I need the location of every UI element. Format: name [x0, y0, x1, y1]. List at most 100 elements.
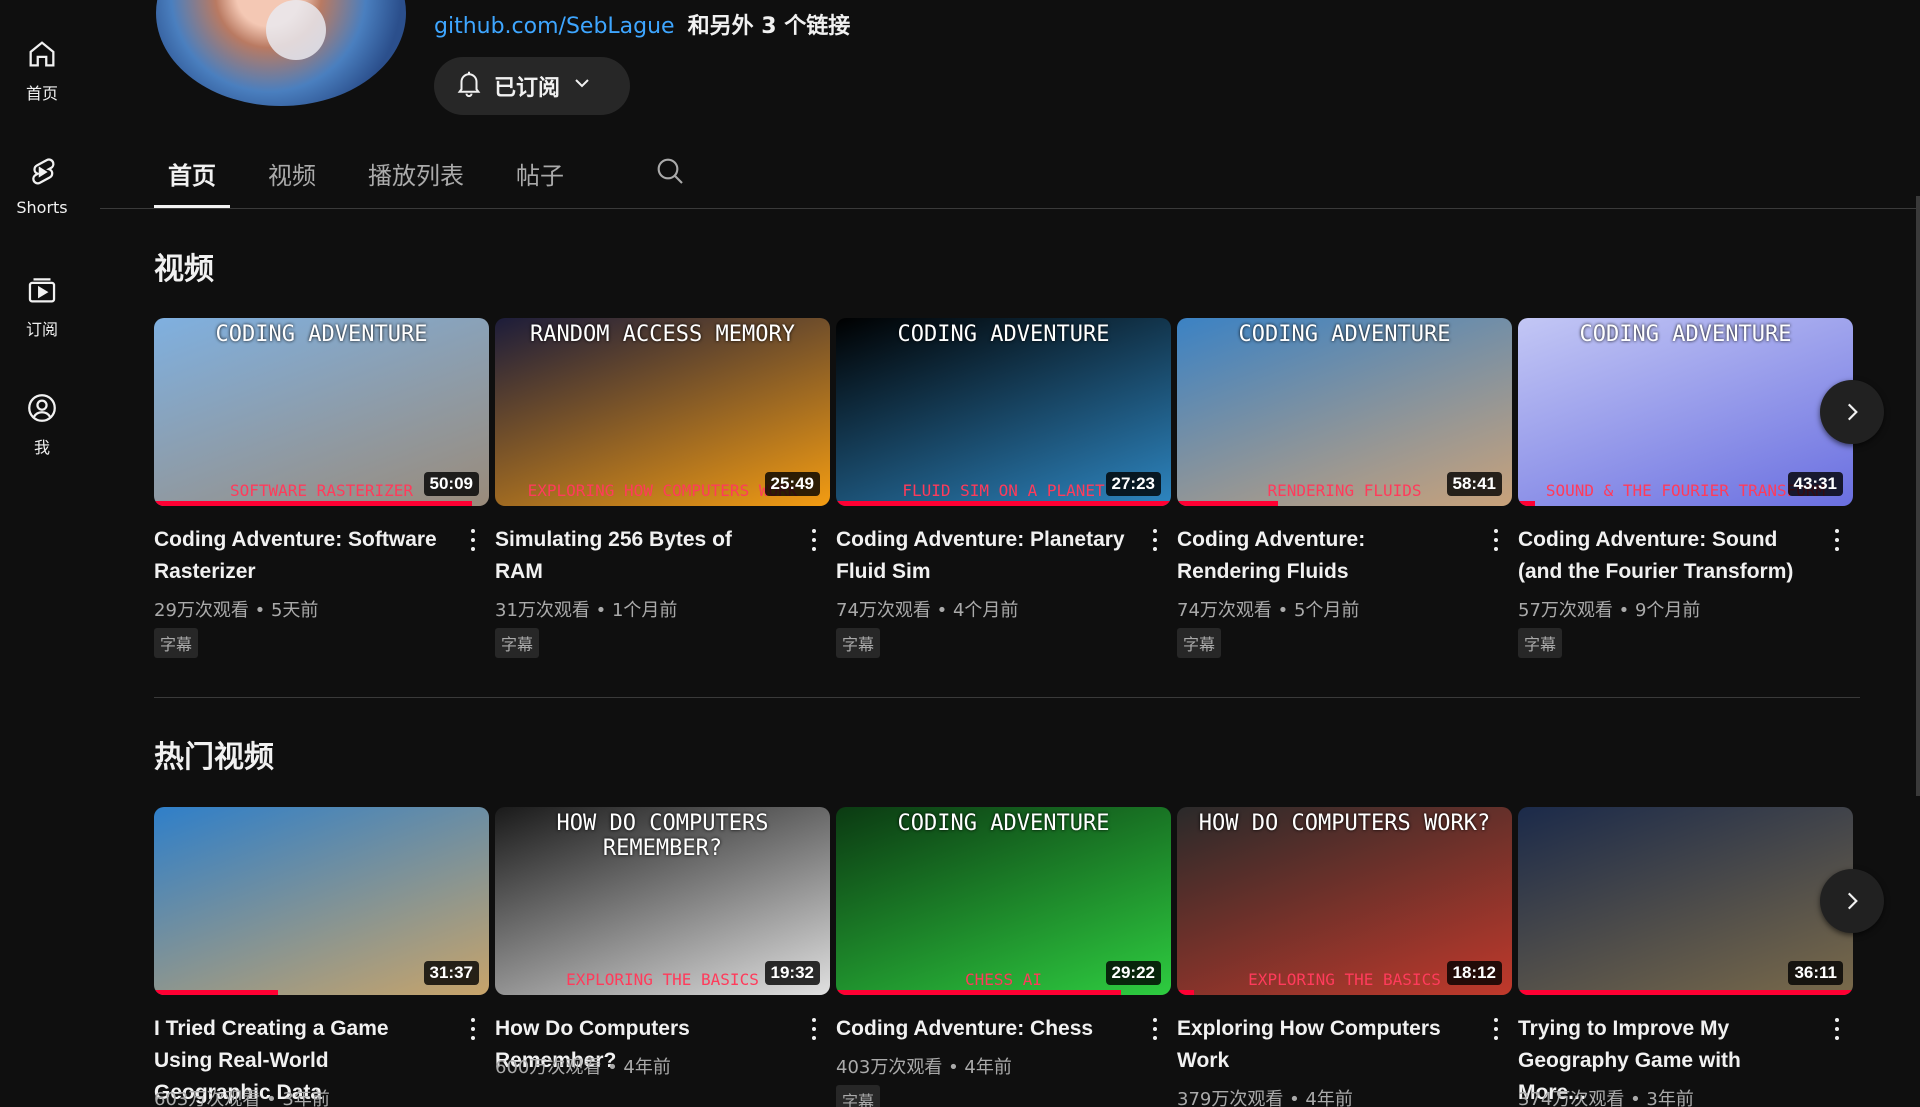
- sidebar-item-label: 我: [33, 438, 50, 457]
- more-options-icon[interactable]: [465, 1015, 481, 1043]
- channel-link[interactable]: github.com/SebLague: [434, 14, 675, 39]
- more-options-icon[interactable]: [1829, 1015, 1845, 1043]
- video-title[interactable]: Coding Adventure: Planetary Fluid Sim: [836, 524, 1126, 588]
- watch-progress-bar: [154, 990, 278, 995]
- video-card[interactable]: HOW DO COMPUTERS REMEMBER? EXPLORING THE …: [495, 807, 830, 1078]
- channel-tabs: 首页 视频 播放列表 帖子: [154, 150, 602, 210]
- chevron-right-icon: [1847, 892, 1858, 910]
- video-thumbnail[interactable]: CODING ADVENTURE SOUND & THE FOURIER TRAN…: [1518, 318, 1853, 506]
- sidebar-item-subscriptions[interactable]: 订阅: [0, 272, 84, 340]
- video-card[interactable]: CODING ADVENTURE RENDERING FLUIDS 58:41 Cod…: [1177, 318, 1512, 658]
- video-thumbnail[interactable]: 36:11: [1518, 807, 1853, 995]
- you-icon: [24, 390, 60, 426]
- captions-badge: 字幕: [1177, 628, 1222, 658]
- video-card[interactable]: CODING ADVENTURE CHESS AI 29:22 Coding Adve…: [836, 807, 1171, 1107]
- video-card[interactable]: 36:11 Trying to Improve My Geography Game…: [1518, 807, 1853, 1107]
- video-title[interactable]: Coding Adventure: Rendering Fluids: [1177, 524, 1467, 588]
- thumbnail-title-text: HOW DO COMPUTERS REMEMBER?: [556, 811, 769, 861]
- thumbnail-title-text: CODING ADVENTURE: [1238, 322, 1451, 347]
- sidebar-item-shorts[interactable]: Shorts: [0, 154, 84, 217]
- video-meta: 379万次观看 • 4年前: [1177, 1089, 1353, 1107]
- video-duration: 50:09: [423, 472, 479, 496]
- next-arrow-button[interactable]: [1820, 380, 1884, 444]
- video-meta: 600万次观看 • 4年前: [495, 1057, 671, 1078]
- more-options-icon[interactable]: [1829, 526, 1845, 554]
- video-title[interactable]: Simulating 256 Bytes of RAM: [495, 524, 785, 588]
- video-thumbnail[interactable]: CODING ADVENTURE RENDERING FLUIDS 58:41: [1177, 318, 1512, 506]
- video-duration: 19:32: [764, 961, 820, 985]
- channel-links: github.com/SebLague 和另外 3 个链接: [434, 8, 850, 40]
- sidebar-item-you[interactable]: 我: [0, 390, 84, 458]
- captions-badge: 字幕: [495, 628, 540, 658]
- more-options-icon[interactable]: [806, 1015, 822, 1043]
- tab-playlists[interactable]: 播放列表: [354, 150, 478, 208]
- captions-badge: 字幕: [1518, 628, 1563, 658]
- video-meta: 74万次观看 • 5个月前: [1177, 600, 1360, 621]
- sidebar-item-label: Shorts: [16, 198, 68, 217]
- watch-progress-bar: [836, 990, 1121, 995]
- video-thumbnail[interactable]: CODING ADVENTURE CHESS AI 29:22: [836, 807, 1171, 995]
- video-thumbnail[interactable]: CODING ADVENTURE SOFTWARE RASTERIZER 50:09: [154, 318, 489, 506]
- more-links[interactable]: 和另外 3 个链接: [688, 14, 851, 39]
- subscriptions-icon: [24, 272, 60, 308]
- video-duration: 58:41: [1446, 472, 1502, 496]
- thumbnail-title-text: CODING ADVENTURE: [215, 322, 428, 347]
- subscribed-button[interactable]: 已订阅: [434, 57, 630, 115]
- tabs-divider: [100, 208, 1920, 209]
- sidebar-item-home[interactable]: 首页: [0, 36, 84, 104]
- video-card[interactable]: 31:37 I Tried Creating a Game Using Real-…: [154, 807, 489, 1107]
- search-icon[interactable]: [654, 155, 686, 187]
- video-duration: 18:12: [1446, 961, 1502, 985]
- watch-progress-bar: [1177, 990, 1194, 995]
- section-divider: [154, 697, 1860, 698]
- video-duration: 27:23: [1105, 472, 1161, 496]
- video-thumbnail[interactable]: RANDOM ACCESS MEMORY EXPLORING HOW COMPUT…: [495, 318, 830, 506]
- video-card[interactable]: HOW DO COMPUTERS WORK? EXPLORING THE BASI…: [1177, 807, 1512, 1107]
- watch-progress-bar: [154, 501, 473, 506]
- subscribed-label: 已订阅: [494, 76, 561, 101]
- home-icon: [24, 36, 60, 72]
- video-duration: 43:31: [1787, 472, 1843, 496]
- chevron-down-icon: [570, 71, 594, 101]
- video-card[interactable]: RANDOM ACCESS MEMORY EXPLORING HOW COMPUT…: [495, 318, 830, 658]
- video-meta: 403万次观看 • 4年前: [836, 1057, 1012, 1078]
- video-thumbnail[interactable]: 31:37: [154, 807, 489, 995]
- more-options-icon[interactable]: [1147, 1015, 1163, 1043]
- video-duration: 31:37: [423, 961, 479, 985]
- thumbnail-title-text: CODING ADVENTURE: [897, 811, 1110, 836]
- video-title[interactable]: Exploring How Computers Work: [1177, 1013, 1467, 1077]
- video-thumbnail[interactable]: HOW DO COMPUTERS REMEMBER? EXPLORING THE …: [495, 807, 830, 995]
- tab-home[interactable]: 首页: [154, 150, 230, 208]
- video-thumbnail[interactable]: CODING ADVENTURE FLUID SIM ON A PLANET 27:…: [836, 318, 1171, 506]
- tab-videos[interactable]: 视频: [254, 150, 330, 208]
- thumbnail-title-text: CODING ADVENTURE: [897, 322, 1110, 347]
- more-options-icon[interactable]: [465, 526, 481, 554]
- watch-progress-bar: [836, 501, 1171, 506]
- video-title[interactable]: Coding Adventure: Sound (and the Fourier…: [1518, 524, 1808, 588]
- video-title[interactable]: Coding Adventure: Software Rasterizer: [154, 524, 444, 588]
- video-title[interactable]: Coding Adventure: Chess: [836, 1013, 1126, 1045]
- video-thumbnail[interactable]: HOW DO COMPUTERS WORK? EXPLORING THE BASI…: [1177, 807, 1512, 995]
- video-card[interactable]: CODING ADVENTURE SOUND & THE FOURIER TRAN…: [1518, 318, 1853, 658]
- tab-posts[interactable]: 帖子: [502, 150, 578, 208]
- more-options-icon[interactable]: [1488, 1015, 1504, 1043]
- video-card[interactable]: CODING ADVENTURE SOFTWARE RASTERIZER 50:09…: [154, 318, 489, 658]
- thumbnail-title-text: RANDOM ACCESS MEMORY: [530, 322, 795, 347]
- watch-progress-bar: [1177, 501, 1278, 506]
- watch-progress-bar: [1518, 501, 1535, 506]
- next-arrow-button[interactable]: [1820, 869, 1884, 933]
- channel-avatar[interactable]: [156, 0, 406, 106]
- video-meta: 374万次观看 • 3年前: [1518, 1089, 1694, 1107]
- video-meta: 57万次观看 • 9个月前: [1518, 600, 1701, 621]
- sidebar-item-label: 首页: [25, 84, 58, 103]
- captions-badge: 字幕: [836, 1085, 881, 1107]
- more-options-icon[interactable]: [806, 526, 822, 554]
- video-meta: 31万次观看 • 1个月前: [495, 600, 678, 621]
- scrollbar[interactable]: [1916, 196, 1920, 796]
- more-options-icon[interactable]: [1147, 526, 1163, 554]
- chevron-right-icon: [1847, 403, 1858, 421]
- video-card[interactable]: CODING ADVENTURE FLUID SIM ON A PLANET 27:…: [836, 318, 1171, 658]
- more-options-icon[interactable]: [1488, 526, 1504, 554]
- watch-progress-bar: [1518, 990, 1853, 995]
- video-meta: 603万次观看 • 3年前: [154, 1089, 330, 1107]
